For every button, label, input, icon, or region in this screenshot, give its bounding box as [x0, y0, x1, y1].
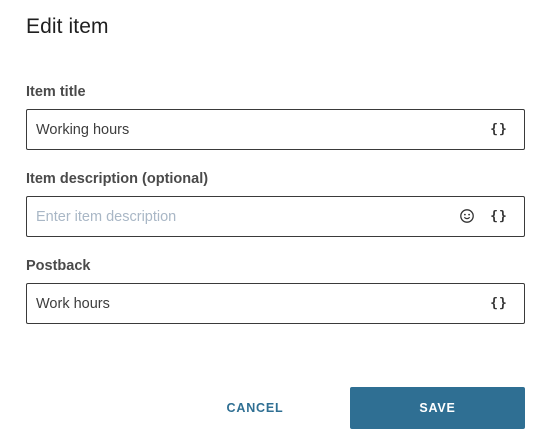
postback-field: {}: [26, 283, 525, 324]
item-title-input[interactable]: [36, 110, 436, 149]
postback-input[interactable]: [36, 284, 436, 323]
item-description-input[interactable]: [36, 197, 436, 236]
braces-icon[interactable]: {}: [489, 207, 509, 225]
braces-icon[interactable]: {}: [489, 294, 509, 312]
emoji-icon-glyph: [460, 209, 474, 223]
emoji-icon[interactable]: [460, 209, 474, 223]
braces-icon[interactable]: {}: [489, 120, 509, 138]
item-title-field: {}: [26, 109, 525, 150]
cancel-button[interactable]: CANCEL: [205, 387, 305, 429]
postback-label: Postback: [26, 258, 91, 274]
item-title-label: Item title: [26, 84, 86, 100]
edit-item-dialog: Edit item Item title {} Item description…: [0, 0, 546, 447]
dialog-title: Edit item: [26, 15, 109, 38]
save-button[interactable]: SAVE: [350, 387, 525, 429]
item-description-field: {}: [26, 196, 525, 237]
item-description-label: Item description (optional): [26, 171, 209, 187]
